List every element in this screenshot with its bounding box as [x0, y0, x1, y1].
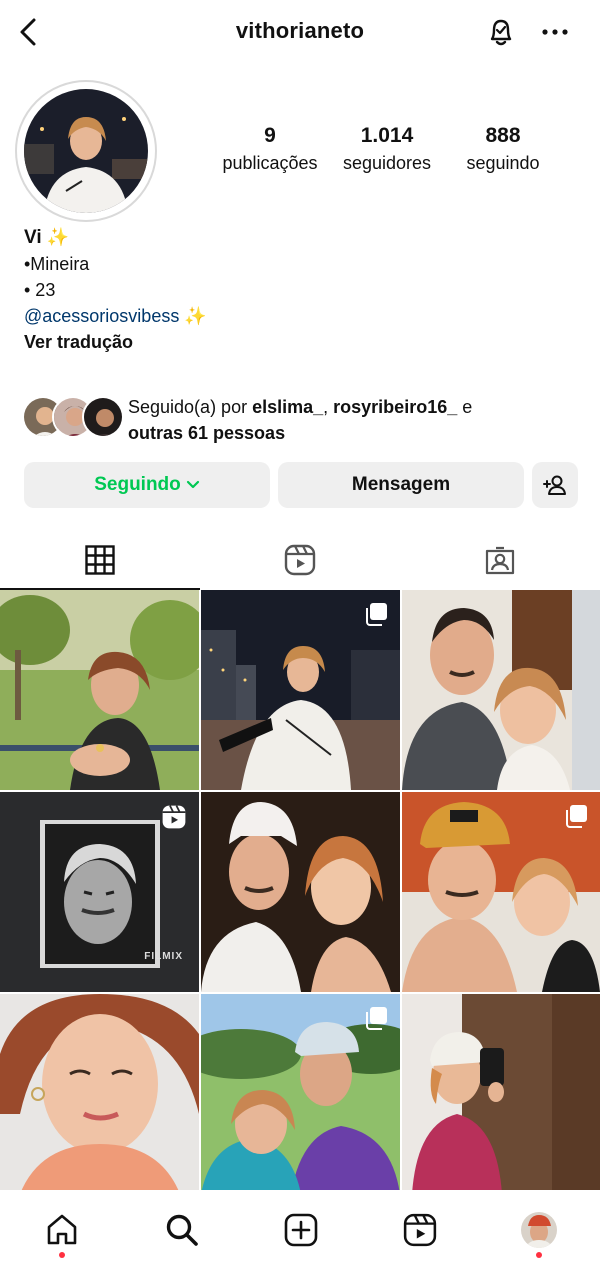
followed-by-user[interactable]: rosyribeiro16_: [333, 397, 457, 417]
tab-reels[interactable]: [200, 530, 400, 590]
nav-create[interactable]: [279, 1208, 323, 1252]
profile-tabs: [0, 530, 600, 590]
stat-followers[interactable]: 1.014 seguidores: [333, 124, 441, 174]
message-button-label: Mensagem: [351, 474, 451, 495]
bio-mention-link[interactable]: @acessoriosvibess: [24, 306, 179, 326]
profile-avatar: [521, 1212, 557, 1248]
tagged-icon: [484, 544, 516, 576]
carousel-icon: [364, 602, 388, 631]
post-thumbnail[interactable]: [201, 792, 400, 992]
stat-followers-label: seguidores: [342, 153, 432, 173]
following-button-label: Seguindo: [94, 474, 181, 495]
follower-avatar: [82, 396, 124, 438]
nav-reels[interactable]: [398, 1208, 442, 1252]
bio-line: •Mineira: [24, 254, 90, 274]
notification-dot: [59, 1252, 65, 1258]
stat-posts-value: 9: [264, 124, 276, 147]
more-dots-icon[interactable]: [538, 20, 572, 44]
following-button[interactable]: Seguindo: [24, 462, 270, 508]
reels-icon: [403, 1213, 437, 1247]
message-button[interactable]: Mensagem: [278, 462, 524, 508]
bottom-navigation: [0, 1190, 600, 1278]
followed-by-text: Seguido(a) por elslima_, rosyribeiro16_ …: [128, 394, 578, 446]
post-thumbnail[interactable]: [402, 792, 600, 992]
nav-search[interactable]: [160, 1208, 204, 1252]
top-bar: vithorianeto: [0, 0, 600, 66]
reels-icon: [161, 804, 187, 835]
nav-profile[interactable]: [517, 1208, 561, 1252]
profile-avatar[interactable]: [24, 89, 148, 213]
reels-icon: [284, 544, 316, 576]
followed-by-others[interactable]: outras 61 pessoas: [128, 423, 285, 443]
post-thumbnail[interactable]: [0, 590, 199, 790]
tab-tagged[interactable]: [400, 530, 600, 590]
see-translation-link[interactable]: Ver tradução: [24, 329, 207, 355]
bio-line: • 23: [24, 280, 56, 300]
search-icon: [165, 1213, 199, 1247]
stat-following-value: 888: [485, 124, 521, 147]
post-thumbnail[interactable]: [201, 590, 400, 790]
tab-posts[interactable]: [0, 530, 200, 590]
home-icon: [45, 1213, 79, 1247]
carousel-icon: [364, 1006, 388, 1035]
sparkles-emoji: ✨: [46, 227, 70, 247]
followed-by-prefix: Seguido(a) por: [128, 397, 253, 417]
stat-posts[interactable]: 9 publicações: [215, 124, 325, 174]
notification-dot: [536, 1252, 542, 1258]
stat-posts-label: publicações: [222, 153, 318, 173]
carousel-icon: [564, 804, 588, 833]
conjunction: e: [457, 397, 473, 417]
separator: ,: [323, 397, 334, 417]
nav-home[interactable]: [40, 1208, 84, 1252]
add-person-icon: [542, 474, 568, 496]
post-thumbnail[interactable]: [201, 994, 400, 1194]
chevron-down-icon: [186, 480, 200, 490]
bio-name: Vi: [24, 227, 42, 248]
post-thumbnail[interactable]: [402, 590, 600, 790]
grid-icon: [85, 545, 115, 575]
post-thumbnail[interactable]: [402, 994, 600, 1194]
stat-followers-value: 1.014: [360, 124, 414, 147]
stat-following[interactable]: 888 seguindo: [452, 124, 554, 174]
post-thumbnail[interactable]: FILMIX: [0, 792, 199, 992]
stat-following-label: seguindo: [466, 153, 540, 173]
followed-by[interactable]: Seguido(a) por elslima_, rosyribeiro16_ …: [22, 394, 592, 444]
sparkles-emoji: ✨: [184, 306, 207, 326]
post-thumbnail[interactable]: [0, 994, 199, 1194]
filmix-watermark: FILMIX: [144, 951, 183, 962]
suggest-people-button[interactable]: [532, 462, 578, 508]
create-icon: [284, 1213, 318, 1247]
bell-check-icon[interactable]: [484, 14, 518, 50]
bio: Vi ✨ •Mineira • 23 @acessoriosvibess ✨ V…: [24, 224, 207, 355]
followed-by-user[interactable]: elslima_: [252, 397, 323, 417]
